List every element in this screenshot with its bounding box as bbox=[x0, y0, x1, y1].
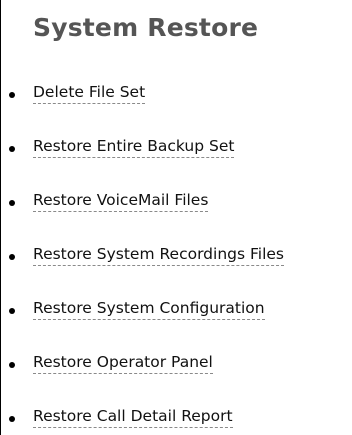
bullet-icon bbox=[9, 362, 15, 368]
bullet-icon bbox=[9, 92, 15, 98]
bullet-icon bbox=[9, 254, 15, 260]
restore-system-configuration-link[interactable]: Restore System Configuration bbox=[33, 298, 265, 320]
restore-system-recordings-files-link[interactable]: Restore System Recordings Files bbox=[33, 244, 285, 266]
restore-operator-panel-link[interactable]: Restore Operator Panel bbox=[33, 352, 213, 374]
bullet-icon bbox=[9, 416, 15, 422]
restore-call-detail-report-link[interactable]: Restore Call Detail Report bbox=[33, 406, 233, 428]
bullet-icon bbox=[9, 308, 15, 314]
left-border bbox=[0, 0, 1, 435]
delete-file-set-link[interactable]: Delete File Set bbox=[33, 82, 146, 104]
restore-entire-backup-set-link[interactable]: Restore Entire Backup Set bbox=[33, 136, 235, 158]
bullet-icon bbox=[9, 200, 15, 206]
page-title: System Restore bbox=[33, 13, 259, 42]
bullet-icon bbox=[9, 146, 15, 152]
restore-voicemail-files-link[interactable]: Restore VoiceMail Files bbox=[33, 190, 209, 212]
